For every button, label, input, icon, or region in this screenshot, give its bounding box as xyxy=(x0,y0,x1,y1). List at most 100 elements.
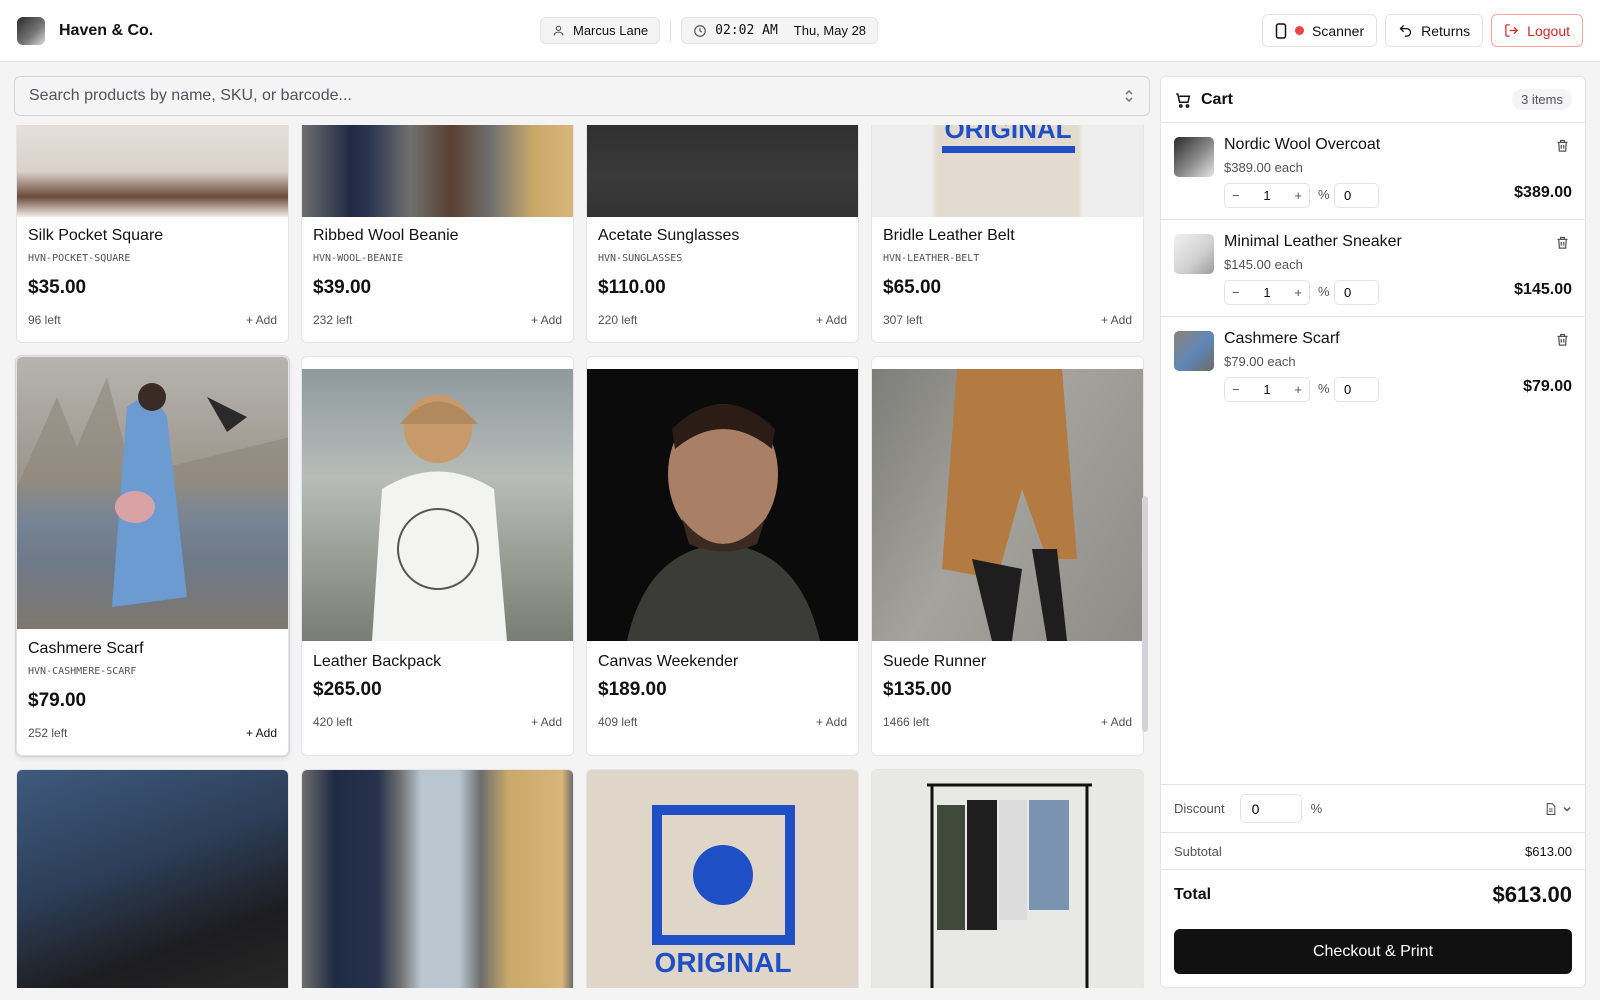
cart-item-name: Nordic Wool Overcoat xyxy=(1224,136,1381,153)
product-stock: 252 left xyxy=(28,726,68,740)
product-name: Silk Pocket Square xyxy=(28,227,164,244)
checkout-button[interactable]: Checkout & Print xyxy=(1174,929,1572,974)
percent-icon: % xyxy=(1318,381,1330,396)
add-button[interactable]: + Add xyxy=(531,313,562,327)
product-name: Bridle Leather Belt xyxy=(883,227,1015,244)
trash-icon[interactable] xyxy=(1555,332,1570,347)
product-sku: HVN-SUNGLASSES xyxy=(598,253,683,264)
add-button[interactable]: + Add xyxy=(816,313,847,327)
decrement-button[interactable]: − xyxy=(1232,188,1240,203)
cart-header: Cart 3 items xyxy=(1161,77,1585,123)
add-button[interactable]: + Add xyxy=(1101,715,1132,729)
product-price: $135.00 xyxy=(883,679,952,700)
chevron-updown-icon[interactable] xyxy=(1123,88,1135,104)
product-image xyxy=(302,125,573,217)
discount-label: Discount xyxy=(1174,801,1225,816)
product-card[interactable] xyxy=(16,769,289,988)
search-input[interactable] xyxy=(29,87,1123,105)
scanner-label: Scanner xyxy=(1311,22,1365,39)
add-button[interactable]: + Add xyxy=(816,715,847,729)
header-actions: Scanner Returns Logout xyxy=(1261,14,1583,47)
cart-item-name: Cashmere Scarf xyxy=(1224,330,1340,347)
quantity-stepper: − 1 + xyxy=(1224,280,1310,305)
discount-options-toggle[interactable] xyxy=(1544,802,1572,816)
order-discount-input[interactable] xyxy=(1239,794,1302,823)
add-button[interactable]: + Add xyxy=(246,313,277,327)
cart-item-total: $79.00 xyxy=(1523,378,1572,395)
product-price: $65.00 xyxy=(883,277,942,298)
original-print-graphic: ORIGINAL xyxy=(942,125,1075,153)
product-sku: HVN-WOOL-BEANIE xyxy=(313,253,404,264)
product-name: Cashmere Scarf xyxy=(28,640,144,657)
quantity-stepper: − 1 + xyxy=(1224,183,1310,208)
document-icon xyxy=(1546,802,1556,815)
quantity-value[interactable]: 1 xyxy=(1263,188,1270,203)
cart-summary: Discount % Subtotal $613.00 Total $613.0… xyxy=(1161,784,1585,987)
decrement-button[interactable]: − xyxy=(1232,285,1240,300)
clock-badge: 02:02 AM Thu, May 28 xyxy=(681,17,879,44)
percent-icon: % xyxy=(1318,284,1330,299)
product-image: ORIGINAL xyxy=(872,125,1143,217)
store-logo xyxy=(17,16,45,45)
product-image xyxy=(302,369,573,641)
cart-item-thumbnail xyxy=(1174,234,1214,274)
clock-date: Thu, May 28 xyxy=(793,23,867,38)
product-card[interactable] xyxy=(301,769,574,988)
quantity-value[interactable]: 1 xyxy=(1263,285,1270,300)
cart-line-item: Minimal Leather Sneaker $145.00 each − 1… xyxy=(1161,220,1585,317)
increment-button[interactable]: + xyxy=(1294,285,1302,300)
product-stock: 220 left xyxy=(598,313,638,327)
percent-icon: % xyxy=(1318,187,1330,202)
product-card[interactable]: Leather Backpack $265.00 420 left + Add xyxy=(301,356,574,756)
product-card[interactable]: Silk Pocket Square HVN-POCKET-SQUARE $35… xyxy=(16,125,289,343)
trash-icon[interactable] xyxy=(1555,235,1570,250)
product-card-selected[interactable]: Cashmere Scarf HVN-CASHMERE-SCARF $79.00… xyxy=(16,356,289,756)
product-name: Leather Backpack xyxy=(313,653,442,670)
quantity-value[interactable]: 1 xyxy=(1263,382,1270,397)
product-stock: 307 left xyxy=(883,313,923,327)
product-search xyxy=(14,76,1150,116)
scarf-photo-figure xyxy=(17,377,288,629)
product-image xyxy=(587,369,858,641)
line-discount-input[interactable] xyxy=(1334,280,1379,305)
line-discount-input[interactable] xyxy=(1334,183,1379,208)
cart-icon xyxy=(1176,92,1191,108)
decrement-button[interactable]: − xyxy=(1232,382,1240,397)
cart-item-unit-price: $79.00 each xyxy=(1224,354,1296,369)
product-stock: 232 left xyxy=(313,313,353,327)
discount-row: Discount % xyxy=(1161,784,1585,832)
trash-icon[interactable] xyxy=(1555,138,1570,153)
add-button[interactable]: + Add xyxy=(531,715,562,729)
product-card[interactable]: Canvas Weekender $189.00 409 left + Add xyxy=(586,356,859,756)
product-stock: 96 left xyxy=(28,313,61,327)
returns-button[interactable]: Returns xyxy=(1385,14,1484,47)
product-card[interactable]: Suede Runner $135.00 1466 left + Add xyxy=(871,356,1144,756)
top-bar: Haven & Co. Marcus Lane 02:02 AM Thu, Ma… xyxy=(0,0,1600,62)
product-image xyxy=(302,770,573,988)
logout-button[interactable]: Logout xyxy=(1491,14,1583,47)
product-card[interactable]: ORIGINAL Bridle Leather Belt HVN-LEATHER… xyxy=(871,125,1144,343)
cart-item-unit-price: $145.00 each xyxy=(1224,257,1303,272)
grid-scrollbar[interactable] xyxy=(1142,496,1148,732)
product-card[interactable]: Ribbed Wool Beanie HVN-WOOL-BEANIE $39.0… xyxy=(301,125,574,343)
line-discount-input[interactable] xyxy=(1334,377,1379,402)
clock-icon xyxy=(694,24,706,37)
product-card[interactable]: ORIGINAL xyxy=(586,769,859,988)
subtotal-value: $613.00 xyxy=(1525,843,1572,859)
product-card[interactable]: Acetate Sunglasses HVN-SUNGLASSES $110.0… xyxy=(586,125,859,343)
product-sku: HVN-LEATHER-BELT xyxy=(883,253,980,264)
product-card[interactable] xyxy=(871,769,1144,988)
svg-text:ORIGINAL: ORIGINAL xyxy=(944,125,1071,144)
increment-button[interactable]: + xyxy=(1294,382,1302,397)
weekender-photo-figure xyxy=(627,404,820,641)
runner-photo-figure xyxy=(942,369,1077,641)
user-icon xyxy=(553,25,564,36)
cashier-name: Marcus Lane xyxy=(573,23,649,38)
cart-item-count: 3 items xyxy=(1512,89,1572,110)
total-value: $613.00 xyxy=(1492,881,1572,907)
product-stock: 420 left xyxy=(313,715,353,729)
add-button[interactable]: + Add xyxy=(246,726,277,740)
increment-button[interactable]: + xyxy=(1294,188,1302,203)
add-button[interactable]: + Add xyxy=(1101,313,1132,327)
scanner-button[interactable]: Scanner xyxy=(1261,14,1378,47)
